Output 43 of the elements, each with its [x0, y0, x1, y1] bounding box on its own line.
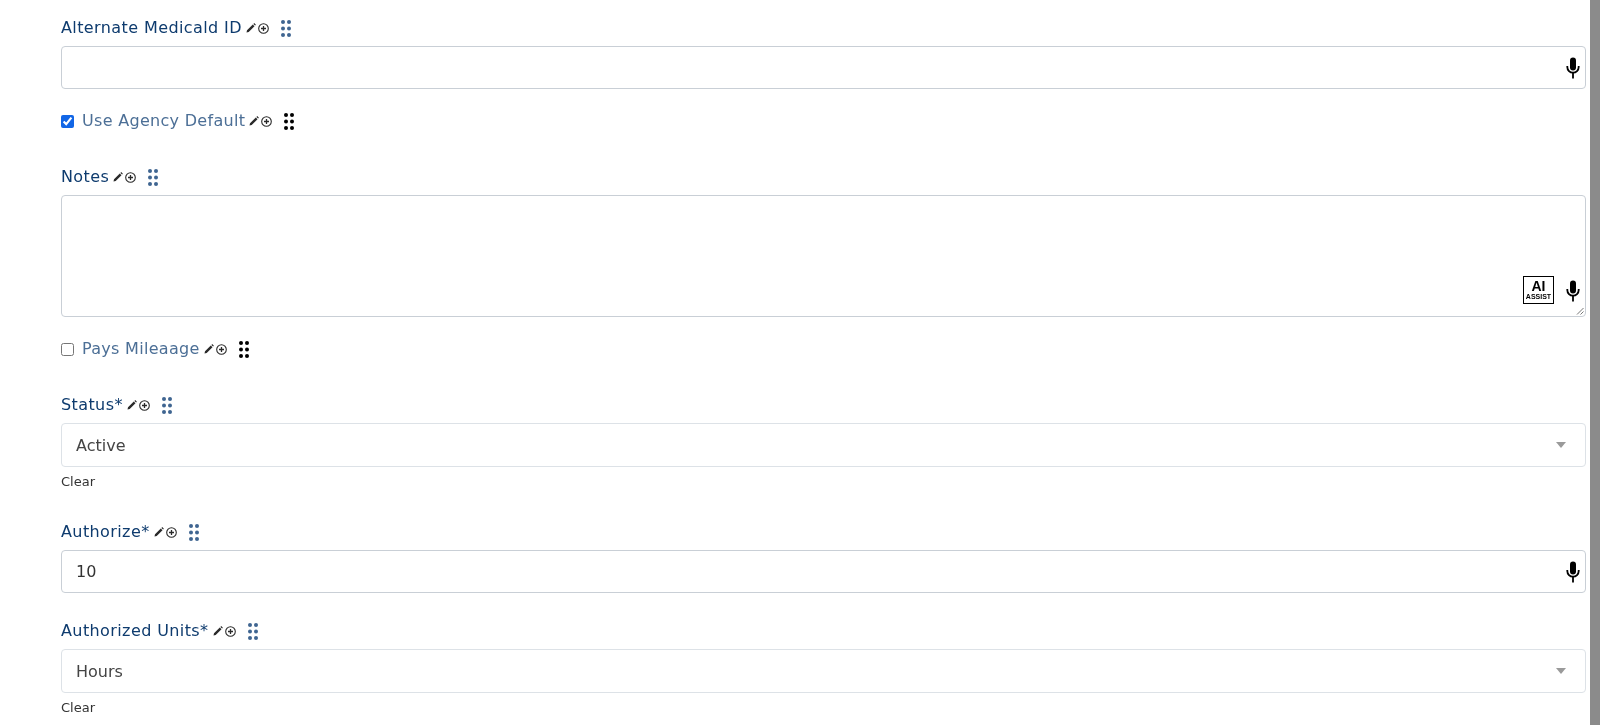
clear-link[interactable]: Clear — [61, 700, 95, 716]
drag-handle-icon[interactable] — [188, 523, 199, 541]
checkbox[interactable] — [61, 342, 74, 356]
dropdown-select[interactable]: Active — [61, 423, 1586, 467]
field-label: Authorize* — [61, 521, 150, 543]
plus-circle-icon[interactable] — [215, 343, 227, 355]
dropdown-select[interactable]: Hours — [61, 649, 1586, 693]
plus-circle-icon[interactable] — [165, 526, 177, 538]
text-input[interactable] — [61, 46, 1586, 89]
checkbox[interactable] — [61, 114, 74, 128]
microphone-icon[interactable] — [1566, 560, 1580, 583]
pencil-icon[interactable] — [212, 626, 223, 636]
drag-handle-icon[interactable] — [247, 622, 258, 640]
checkbox-label[interactable]: Pays Mileaage — [82, 337, 200, 361]
drag-handle-icon[interactable] — [284, 112, 295, 130]
caret-icon[interactable] — [1556, 668, 1566, 674]
clear-link[interactable]: Clear — [61, 474, 95, 490]
field-label: Notes — [61, 166, 110, 188]
drag-handle-icon[interactable] — [148, 168, 159, 186]
pencil-icon[interactable] — [153, 527, 164, 537]
drag-handle-icon[interactable] — [161, 396, 172, 414]
plus-circle-icon[interactable] — [224, 625, 236, 637]
plus-circle-icon[interactable] — [261, 115, 273, 127]
plus-circle-icon[interactable] — [138, 399, 150, 411]
pencil-icon[interactable] — [113, 172, 124, 182]
pencil-icon[interactable] — [203, 344, 214, 354]
pencil-icon[interactable] — [245, 23, 256, 33]
checkbox-label[interactable]: Use Agency Default — [82, 109, 246, 133]
pencil-icon[interactable] — [249, 116, 260, 126]
plus-circle-icon[interactable] — [125, 171, 137, 183]
field-label: Status* — [61, 394, 123, 416]
caret-icon[interactable] — [1556, 442, 1566, 448]
text-input[interactable]: 10 — [61, 550, 1586, 593]
microphone-icon[interactable] — [1566, 56, 1580, 79]
microphone-icon[interactable] — [1566, 280, 1580, 302]
resize-handle-icon[interactable] — [1576, 307, 1584, 315]
drag-handle-icon[interactable] — [280, 19, 291, 37]
plus-circle-icon[interactable] — [257, 22, 269, 34]
pencil-icon[interactable] — [126, 400, 137, 410]
field-label: Alternate Medicald ID — [61, 17, 242, 39]
drag-handle-icon[interactable] — [238, 340, 249, 358]
scrollbar[interactable] — [1590, 0, 1600, 725]
field-label: Authorized Units* — [61, 620, 209, 642]
